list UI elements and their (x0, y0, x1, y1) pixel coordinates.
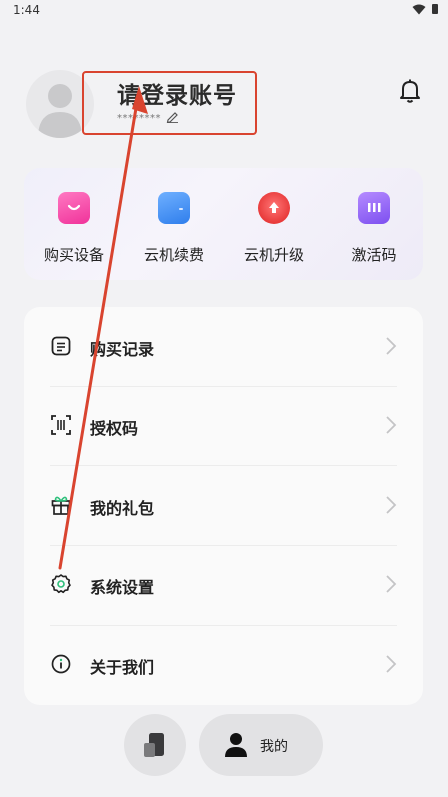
quick-action-label: 激活码 (351, 246, 397, 264)
menu-item-label: 关于我们 (90, 658, 155, 677)
menu-item-system-settings[interactable]: 系统设置 (24, 545, 423, 625)
menu-item-label: 授权码 (90, 419, 139, 438)
ticket-icon (358, 192, 390, 224)
settings-icon (51, 574, 71, 594)
bottom-nav-device-button[interactable] (124, 714, 186, 776)
status-bar: 1:44 (0, 0, 448, 22)
battery-icon (432, 4, 438, 14)
quick-actions-card: 购买设备 云机续费 云机升级 激活码 (24, 168, 423, 280)
menu-item-authorization-code[interactable]: 授权码 (24, 386, 423, 466)
status-time: 1:44 (13, 3, 40, 17)
quick-action-upgrade-cloud[interactable]: 云机升级 (224, 168, 324, 280)
quick-action-label: 云机升级 (243, 246, 304, 264)
quick-action-renew-cloud[interactable]: 云机续费 (124, 168, 224, 280)
bottom-nav-mine-label: 我的 (260, 739, 288, 755)
gift-icon (51, 496, 71, 515)
shopping-bag-icon (58, 192, 90, 224)
annotation-highlight-box (82, 71, 257, 135)
phone-device-icon (144, 733, 164, 757)
chevron-right-icon (386, 655, 397, 673)
menu-item-label: 购买记录 (90, 340, 155, 359)
wifi-icon (412, 4, 426, 15)
quick-action-activation-code[interactable]: 激活码 (324, 168, 424, 280)
document-icon (51, 336, 71, 356)
menu-item-about-us[interactable]: 关于我们 (24, 625, 423, 705)
menu-card: 购买记录 授权码 我的礼包 系统设置 关于我们 (24, 307, 423, 705)
chevron-right-icon (386, 496, 397, 514)
bottom-nav-mine-button[interactable]: 我的 (199, 714, 323, 776)
chevron-right-icon (386, 337, 397, 355)
menu-item-label: 我的礼包 (90, 499, 155, 518)
bell-icon[interactable] (398, 78, 422, 104)
chevron-right-icon (386, 575, 397, 593)
quick-action-label: 云机续费 (143, 246, 204, 264)
wallet-icon (158, 192, 190, 224)
info-icon (51, 654, 71, 674)
menu-item-my-gifts[interactable]: 我的礼包 (24, 466, 423, 546)
chevron-right-icon (386, 416, 397, 434)
upgrade-icon (258, 192, 290, 224)
scan-code-icon (51, 415, 71, 435)
quick-action-buy-device[interactable]: 购买设备 (24, 168, 124, 280)
menu-item-purchase-history[interactable]: 购买记录 (24, 307, 423, 387)
person-icon (225, 733, 247, 757)
quick-action-label: 购买设备 (43, 246, 104, 264)
menu-item-label: 系统设置 (90, 578, 155, 597)
